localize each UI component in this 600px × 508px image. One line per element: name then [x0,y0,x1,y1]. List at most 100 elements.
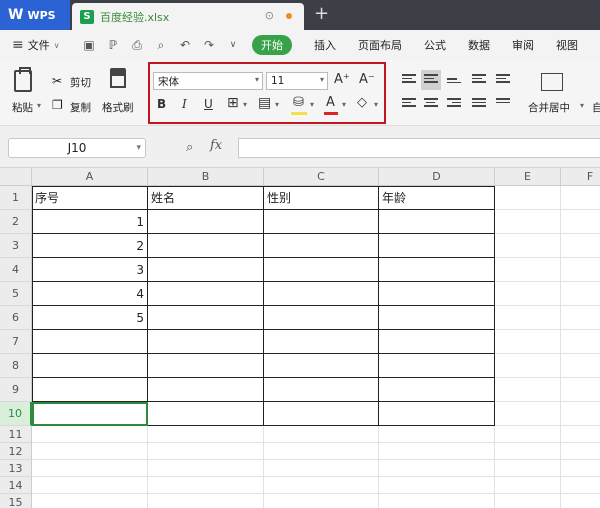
cell-b1[interactable]: 姓名 [148,186,264,210]
auto-wrap-button[interactable]: 自 [592,100,600,115]
cell-a2[interactable]: 1 [32,210,148,234]
cell-d1[interactable]: 年龄 [379,186,495,210]
cell-d4[interactable] [379,258,495,282]
cell-a11[interactable] [32,426,148,443]
cell-c1[interactable]: 性别 [264,186,379,210]
cell-a12[interactable] [32,443,148,460]
cell-a7[interactable] [32,330,148,354]
row-header-14[interactable]: 14 [0,477,32,494]
cell-c2[interactable] [264,210,379,234]
cell-b6[interactable] [148,306,264,330]
cell-e8[interactable] [495,354,561,378]
tab-formulas[interactable]: 公式 [424,37,446,53]
cell-d7[interactable] [379,330,495,354]
cell-d5[interactable] [379,282,495,306]
merge-dropdown-icon[interactable]: ▾ [580,101,584,110]
cell-c6[interactable] [264,306,379,330]
paste-button[interactable]: 粘贴 [12,100,33,115]
cell-c3[interactable] [264,234,379,258]
cell-d14[interactable] [379,477,495,494]
cell-e11[interactable] [495,426,561,443]
row-header-2[interactable]: 2 [0,210,32,234]
pin-icon[interactable]: ⊙ [265,9,274,22]
cell-a8[interactable] [32,354,148,378]
cell-b13[interactable] [148,460,264,477]
cell-b7[interactable] [148,330,264,354]
cell-e15[interactable] [495,494,561,508]
cell-b9[interactable] [148,378,264,402]
cell-b3[interactable] [148,234,264,258]
cell-f4[interactable] [561,258,600,282]
cell-e3[interactable] [495,234,561,258]
cell-f3[interactable] [561,234,600,258]
cell-b12[interactable] [148,443,264,460]
file-tab[interactable]: S 百度经验.xlsx ⊙ [72,3,304,30]
cell-c10[interactable] [264,402,379,426]
row-header-12[interactable]: 12 [0,443,32,460]
cell-b11[interactable] [148,426,264,443]
scissors-icon[interactable]: ✂ [52,74,62,88]
file-menu[interactable]: ≡ 文件 ∨ [0,37,82,53]
cell-f2[interactable] [561,210,600,234]
cell-f11[interactable] [561,426,600,443]
cell-b14[interactable] [148,477,264,494]
column-header-c[interactable]: C [264,168,379,186]
cell-f12[interactable] [561,443,600,460]
cell-c15[interactable] [264,494,379,508]
cell-e12[interactable] [495,443,561,460]
tab-data[interactable]: 数据 [468,37,490,53]
cell-f14[interactable] [561,477,600,494]
cell-e9[interactable] [495,378,561,402]
cell-a14[interactable] [32,477,148,494]
align-middle-icon[interactable] [421,70,441,90]
tab-insert[interactable]: 插入 [314,37,336,53]
cell-c12[interactable] [264,443,379,460]
tab-review[interactable]: 审阅 [512,37,534,53]
cell-a15[interactable] [32,494,148,508]
row-header-13[interactable]: 13 [0,460,32,477]
customize-icon[interactable]: ∨ [226,40,240,50]
cell-c14[interactable] [264,477,379,494]
save-icon[interactable]: ▣ [82,38,96,52]
format-painter-button[interactable]: 格式刷 [102,100,134,115]
cell-d13[interactable] [379,460,495,477]
column-header-d[interactable]: D [379,168,495,186]
row-header-11[interactable]: 11 [0,426,32,443]
cell-b15[interactable] [148,494,264,508]
distribute-icon[interactable] [496,98,510,110]
print-preview-icon[interactable]: ⌕ [154,38,168,53]
select-all-corner[interactable] [0,168,32,186]
column-header-a[interactable]: A [32,168,148,186]
cell-f13[interactable] [561,460,600,477]
cell-e1[interactable] [495,186,561,210]
cell-b5[interactable] [148,282,264,306]
row-header-5[interactable]: 5 [0,282,32,306]
row-header-10[interactable]: 10 [0,402,32,426]
cell-a5[interactable]: 4 [32,282,148,306]
cell-f7[interactable] [561,330,600,354]
cell-c7[interactable] [264,330,379,354]
cell-e4[interactable] [495,258,561,282]
row-header-8[interactable]: 8 [0,354,32,378]
cell-e10[interactable] [495,402,561,426]
new-tab-button[interactable]: + [314,3,329,24]
cell-d6[interactable] [379,306,495,330]
tab-start[interactable]: 开始 [252,35,292,55]
cell-e6[interactable] [495,306,561,330]
row-header-1[interactable]: 1 [0,186,32,210]
cell-b8[interactable] [148,354,264,378]
align-top-icon[interactable] [402,74,416,86]
tab-view[interactable]: 视图 [556,37,578,53]
cell-a1[interactable]: 序号 [32,186,148,210]
cell-f5[interactable] [561,282,600,306]
cell-f15[interactable] [561,494,600,508]
redo-icon[interactable]: ↷ [202,38,216,52]
align-left-icon[interactable] [402,98,416,110]
spreadsheet-grid[interactable]: A B C D E F 1 序号 姓名 性别 年龄 2 1 3 2 4 3 5 4 6 5 7 8 9 10 11 12 13 14 15 [0,168,600,508]
format-painter-icon[interactable] [110,68,126,88]
cell-c13[interactable] [264,460,379,477]
cut-button[interactable]: 剪切 [70,75,91,90]
cell-b2[interactable] [148,210,264,234]
align-center-icon[interactable] [424,98,438,110]
formula-input[interactable] [238,138,600,158]
